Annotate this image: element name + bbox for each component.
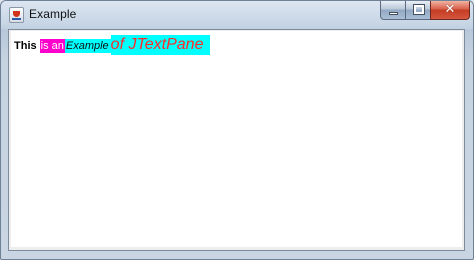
java-icon[interactable] [9,7,24,23]
maximize-icon [413,4,425,15]
close-button[interactable]: ✕ [430,1,470,20]
content-panel: This is an Example of JTextPane [8,29,465,251]
window-title: Example [29,7,77,21]
text-line: This is an Example of JTextPane [14,35,211,55]
styled-text-large-red: of JTextPane [110,35,211,55]
text-pane[interactable]: This is an Example of JTextPane [11,31,462,247]
app-window: Example ✕ This is an Example of JTextPane [0,0,474,260]
minimize-button[interactable] [380,1,406,20]
minimize-icon [389,12,398,15]
maximize-button[interactable] [405,1,431,20]
styled-text-italic-cyan: Example [64,39,111,53]
styled-text-highlight-magenta: is an [39,39,65,53]
close-icon: ✕ [444,2,456,17]
title-bar[interactable]: Example ✕ [1,1,473,29]
styled-text-bold: This [14,40,37,52]
